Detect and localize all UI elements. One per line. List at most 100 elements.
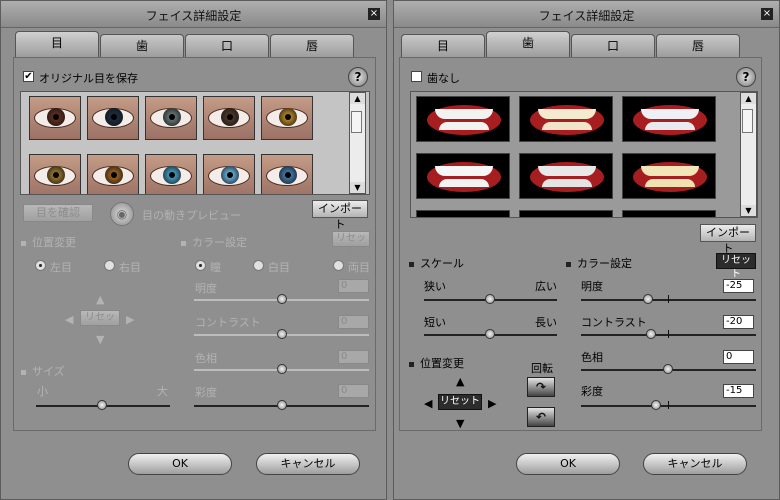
eye-preview-icon[interactable]: ◉ — [110, 202, 134, 226]
radio-pupil[interactable] — [195, 260, 206, 271]
rotate-clockwise-icon[interactable]: ↷ — [527, 377, 555, 397]
scroll-thumb[interactable] — [351, 111, 362, 133]
close-button[interactable]: × — [761, 8, 773, 20]
tab-mouth[interactable]: 口 — [185, 34, 269, 57]
teeth-thumbnail[interactable] — [622, 96, 716, 142]
help-icon[interactable]: ? — [736, 67, 756, 87]
dialog-title: フェイス詳細設定 — [538, 9, 635, 23]
position-heading: 位置変更 — [21, 234, 76, 250]
saturation-knob[interactable] — [651, 400, 661, 410]
scroll-up-arrow-icon[interactable]: ▲ — [741, 93, 756, 104]
color-reset-button[interactable]: リセット — [716, 253, 756, 280]
hue-knob[interactable] — [663, 364, 673, 374]
pad-right-icon[interactable]: ▶ — [488, 398, 496, 409]
teeth-thumbnail[interactable] — [519, 96, 613, 142]
scroll-down-arrow-icon[interactable]: ▼ — [350, 182, 365, 193]
size-knob[interactable] — [97, 400, 107, 410]
pad-up-icon[interactable]: ▲ — [456, 376, 464, 387]
brightness-value[interactable]: -25 — [723, 279, 754, 293]
close-button[interactable]: × — [368, 8, 380, 20]
teeth-thumbnail[interactable] — [519, 210, 613, 217]
scroll-up-arrow-icon[interactable]: ▲ — [350, 93, 365, 104]
eye-thumbnail[interactable] — [145, 96, 197, 140]
pad-down-icon[interactable]: ▼ — [96, 334, 104, 345]
color-heading: カラー設定 — [181, 234, 247, 250]
pad-right-icon[interactable]: ▶ — [126, 314, 134, 325]
no-teeth-checkbox[interactable] — [411, 71, 422, 82]
gallery-scrollbar[interactable]: ▲ ▼ — [349, 92, 366, 194]
color-reset-button[interactable]: リセット — [332, 231, 370, 258]
tab-lips[interactable]: 唇 — [656, 34, 740, 57]
teeth-thumbnail[interactable] — [416, 96, 510, 142]
pad-left-icon[interactable]: ◀ — [65, 314, 73, 325]
radio-right-eye[interactable] — [104, 260, 115, 271]
eye-thumbnail[interactable] — [29, 96, 81, 140]
keep-original-eye-checkbox[interactable]: ✔ — [23, 71, 34, 82]
tab-lips[interactable]: 唇 — [270, 34, 354, 57]
eye-thumbnail[interactable] — [87, 96, 139, 140]
pad-down-icon[interactable]: ▼ — [456, 418, 464, 429]
scroll-down-arrow-icon[interactable]: ▼ — [741, 205, 756, 216]
contrast-value[interactable]: -20 — [723, 315, 754, 329]
eye-gallery: ▲ ▼ — [20, 91, 370, 195]
teeth-thumbnail[interactable] — [622, 153, 716, 199]
saturation-label: 彩度 — [195, 386, 217, 399]
gallery-scrollbar[interactable]: ▲ ▼ — [740, 92, 757, 217]
saturation-value[interactable]: -15 — [723, 384, 754, 398]
title-bar: フェイス詳細設定 × — [1, 1, 386, 28]
ok-button[interactable]: OK — [516, 453, 620, 475]
eye-thumbnail[interactable] — [29, 154, 81, 194]
check-eye-button[interactable]: 目を確認 — [23, 204, 93, 222]
saturation-knob[interactable] — [277, 400, 287, 410]
rotate-counterclockwise-icon[interactable]: ↶ — [527, 407, 555, 427]
help-icon[interactable]: ? — [348, 67, 368, 87]
pad-reset-button[interactable]: リセット — [438, 394, 482, 410]
width-scale-knob[interactable] — [485, 294, 495, 304]
brightness-knob[interactable] — [277, 294, 287, 304]
eye-thumbnail[interactable] — [87, 154, 139, 194]
teeth-thumbnail[interactable] — [416, 153, 510, 199]
contrast-value[interactable]: 0 — [338, 315, 369, 329]
hue-value[interactable]: 0 — [723, 350, 754, 364]
contrast-knob[interactable] — [646, 329, 656, 339]
scale-short-label: 短い — [424, 316, 446, 329]
radio-pupil-label: 瞳 — [210, 261, 221, 274]
radio-both-eyes[interactable] — [333, 260, 344, 271]
position-heading: 位置変更 — [409, 355, 464, 371]
scale-heading: スケール — [409, 255, 464, 271]
contrast-center-tick — [668, 330, 669, 338]
eye-thumbnail[interactable] — [203, 154, 255, 194]
tab-mouth[interactable]: 口 — [571, 34, 655, 57]
radio-white[interactable] — [253, 260, 264, 271]
brightness-knob[interactable] — [643, 294, 653, 304]
saturation-label: 彩度 — [581, 385, 603, 398]
saturation-value[interactable]: 0 — [338, 384, 369, 398]
hue-value[interactable]: 0 — [338, 350, 369, 364]
contrast-knob[interactable] — [277, 329, 287, 339]
import-button[interactable]: インポート — [700, 224, 756, 255]
eye-thumbnail[interactable] — [261, 154, 313, 194]
import-button[interactable]: インポート — [312, 200, 368, 231]
scroll-thumb[interactable] — [742, 109, 753, 133]
cancel-button[interactable]: キャンセル — [256, 453, 360, 475]
contrast-label: コントラスト — [195, 316, 261, 329]
ok-button[interactable]: OK — [128, 453, 232, 475]
teeth-thumbnail[interactable] — [416, 210, 510, 217]
teeth-thumbnail[interactable] — [622, 210, 716, 217]
pad-up-icon[interactable]: ▲ — [96, 294, 104, 305]
cancel-button[interactable]: キャンセル — [643, 453, 747, 475]
pad-reset-button[interactable]: リセット — [80, 310, 120, 337]
tab-teeth[interactable]: 歯 — [486, 31, 570, 58]
tab-eyes[interactable]: 目 — [15, 31, 99, 58]
teeth-thumbnail[interactable] — [519, 153, 613, 199]
tab-eyes[interactable]: 目 — [401, 34, 485, 57]
radio-left-eye[interactable] — [35, 260, 46, 271]
eye-thumbnail[interactable] — [261, 96, 313, 140]
tab-teeth[interactable]: 歯 — [100, 34, 184, 57]
pad-left-icon[interactable]: ◀ — [424, 398, 432, 409]
eye-thumbnail[interactable] — [203, 96, 255, 140]
hue-knob[interactable] — [277, 364, 287, 374]
brightness-value[interactable]: 0 — [338, 279, 369, 293]
eye-thumbnail[interactable] — [145, 154, 197, 194]
height-scale-knob[interactable] — [485, 329, 495, 339]
